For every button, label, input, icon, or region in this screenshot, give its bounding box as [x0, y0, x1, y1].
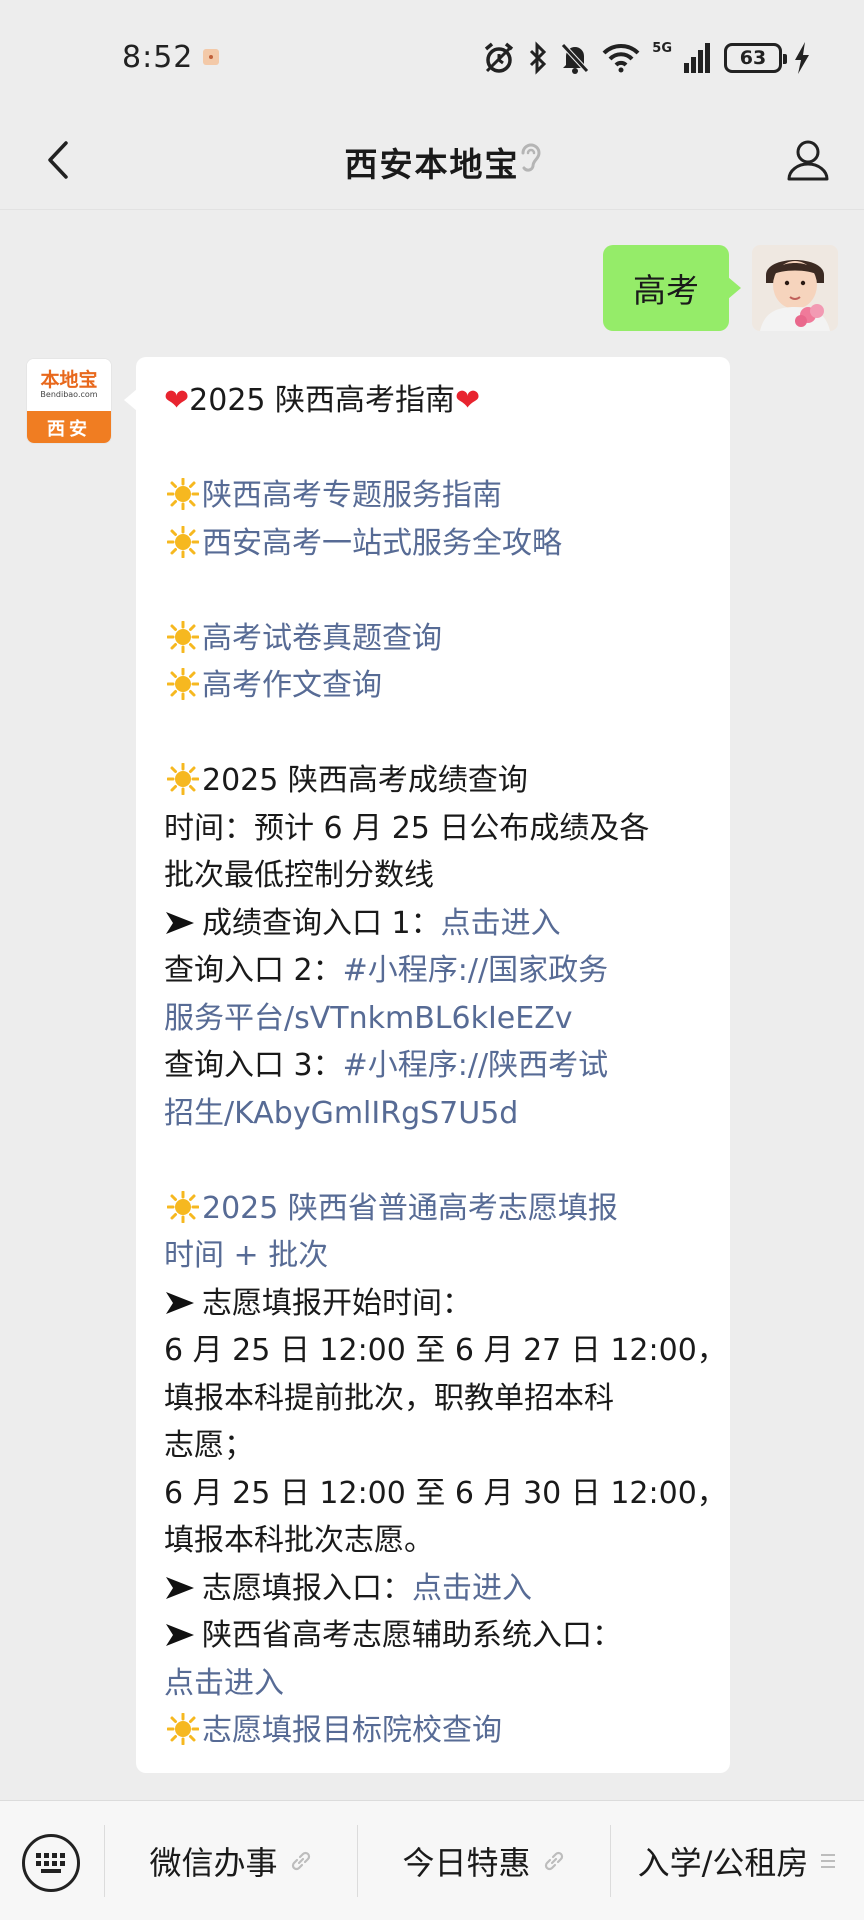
volunteer-desc: 志愿； [164, 1428, 254, 1463]
volunteer-period: 6 月 25 日 12:00 至 6 月 30 日 12:00， [164, 1475, 727, 1511]
bluetooth-icon [530, 41, 547, 75]
list-item[interactable]: 西安高考一站式服务全攻略 [164, 520, 704, 568]
heart-icon: ❤ [455, 383, 481, 418]
notification-icon [203, 49, 219, 65]
message-title: ❤2025 陕西高考指南❤ [164, 377, 704, 425]
volunteer-start: 志愿填报开始时间： [164, 1280, 704, 1328]
nav-bar: 西安本地宝 [0, 110, 864, 210]
network-type: 5G [652, 40, 672, 56]
volunteer-aux-link[interactable]: 点击进入 [164, 1660, 704, 1708]
logo-city: 西安 [27, 411, 111, 443]
guide-link[interactable]: 陕西高考专题服务指南 [202, 478, 502, 513]
score-entry-1: 成绩查询入口 1：点击进入 [164, 900, 704, 948]
score-entry-1-link[interactable]: 点击进入 [441, 906, 561, 941]
profile-icon [787, 140, 829, 181]
status-time: 8:52 [122, 40, 194, 75]
volunteer-desc: 填报本科批次志愿。 [164, 1523, 434, 1558]
keyboard-button[interactable] [22, 1834, 80, 1892]
logo-site: Bendibao.com [40, 390, 98, 399]
volunteer-entry-label: 志愿填报入口： [202, 1570, 412, 1606]
menu-item-label: 微信办事 [149, 1844, 278, 1882]
score-entry-3-label: 查询入口 3： [164, 1048, 343, 1083]
bot-avatar-logo: 本地宝 Bendibao.com [27, 359, 111, 411]
link-icon [290, 1850, 312, 1872]
status-icons: 5G 63 [482, 38, 810, 78]
score-entry-2: 查询入口 2：#小程序://国家政务 [164, 947, 704, 995]
menu-item-daily-deals[interactable]: 今日特惠 [357, 1801, 610, 1920]
target-school-link[interactable]: 志愿填报目标院校查询 [202, 1713, 502, 1748]
score-time-line: 时间：预计 6 月 25 日公布成绩及各 [164, 810, 650, 846]
sun-icon [164, 520, 202, 568]
user-avatar-photo [752, 245, 838, 331]
battery-icon: 63 [724, 43, 787, 73]
volunteer-aux: 陕西省高考志愿辅助系统入口： [164, 1612, 704, 1660]
exam-link[interactable]: 高考作文查询 [202, 668, 382, 703]
logo-text: 本地宝 [40, 369, 98, 391]
sun-icon [164, 1185, 202, 1233]
bot-avatar[interactable]: 本地宝 Bendibao.com 西安 [26, 358, 112, 444]
section-heading: 2025 陕西高考成绩查询 [164, 757, 704, 805]
arrow-icon [164, 1565, 202, 1613]
list-item[interactable]: 志愿填报目标院校查询 [164, 1707, 704, 1755]
user-message-bubble[interactable]: 高考 [603, 245, 741, 331]
user-avatar[interactable] [752, 245, 838, 331]
score-entry-1-label: 成绩查询入口 1： [202, 905, 441, 941]
score-heading: 2025 陕西高考成绩查询 [202, 763, 528, 798]
score-time-line: 批次最低控制分数线 [164, 858, 434, 893]
score-entry-2-link[interactable]: #小程序://国家政务 [343, 953, 608, 988]
heart-icon: ❤ [164, 383, 190, 418]
volunteer-entry-link[interactable]: 点击进入 [412, 1571, 532, 1606]
sun-icon [164, 615, 202, 663]
section-heading[interactable]: 2025 陕西省普通高考志愿填报 [164, 1185, 704, 1233]
arrow-icon [164, 1612, 202, 1660]
volunteer-aux-label: 陕西省高考志愿辅助系统入口： [202, 1618, 622, 1653]
sun-icon [164, 757, 202, 805]
volunteer-heading-link[interactable]: 时间 + 批次 [164, 1232, 704, 1280]
score-entry-3-link[interactable]: #小程序://陕西考试 [343, 1048, 608, 1083]
message-title-text: 2025 陕西高考指南 [189, 383, 456, 418]
sun-icon [164, 1707, 202, 1755]
arrow-icon [164, 1280, 202, 1328]
signal-icon [684, 43, 710, 73]
alarm-icon [485, 42, 514, 73]
status-bar: 8:52 5G 63 [0, 0, 864, 110]
arrow-icon [164, 900, 202, 948]
menu-item-label: 入学/公租房 [637, 1844, 809, 1882]
menu-item-wechat-services[interactable]: 微信办事 [104, 1801, 357, 1920]
guide-link[interactable]: 西安高考一站式服务全攻略 [202, 526, 562, 561]
score-entry-2-link[interactable]: 服务平台/sVTnkmBL6kIeEZv [164, 995, 704, 1043]
list-item[interactable]: 高考作文查询 [164, 662, 704, 710]
list-item[interactable]: 高考试卷真题查询 [164, 615, 704, 663]
score-entry-3-link[interactable]: 招生/KAbyGmlIRgS7U5d [164, 1090, 704, 1138]
profile-button[interactable] [778, 130, 838, 190]
list-item[interactable]: 陕西高考专题服务指南 [164, 472, 704, 520]
chat-title: 西安本地宝 [344, 145, 520, 184]
sun-icon [164, 662, 202, 710]
volunteer-entry: 志愿填报入口：点击进入 [164, 1565, 704, 1613]
sun-icon [164, 472, 202, 520]
wifi-icon [602, 43, 640, 73]
menu-item-school-housing[interactable]: 入学/公租房 [610, 1801, 864, 1920]
volunteer-heading-link[interactable]: 2025 陕西省普通高考志愿填报 [202, 1191, 618, 1226]
menu-list-icon [820, 1852, 836, 1870]
charging-icon [795, 42, 809, 74]
score-entry-3: 查询入口 3：#小程序://陕西考试 [164, 1042, 704, 1090]
bottom-menu: 微信办事 今日特惠 入学/公租房 [0, 1800, 864, 1920]
mute-icon [561, 43, 590, 74]
keyboard-icon [36, 1853, 65, 1873]
link-icon [543, 1850, 565, 1872]
volunteer-desc: 填报本科提前批次，职教单招本科 [164, 1380, 614, 1416]
bot-message-bubble: ❤2025 陕西高考指南❤ 陕西高考专题服务指南 西安高考一站式服务全攻略 高考… [124, 357, 730, 1773]
score-entry-2-label: 查询入口 2： [164, 953, 343, 988]
menu-item-label: 今日特惠 [402, 1844, 531, 1882]
volunteer-start-label: 志愿填报开始时间： [202, 1285, 472, 1321]
battery-level: 63 [739, 47, 767, 69]
exam-link[interactable]: 高考试卷真题查询 [202, 621, 442, 656]
volunteer-period: 6 月 25 日 12:00 至 6 月 27 日 12:00， [164, 1333, 727, 1368]
ear-icon[interactable] [518, 140, 544, 176]
